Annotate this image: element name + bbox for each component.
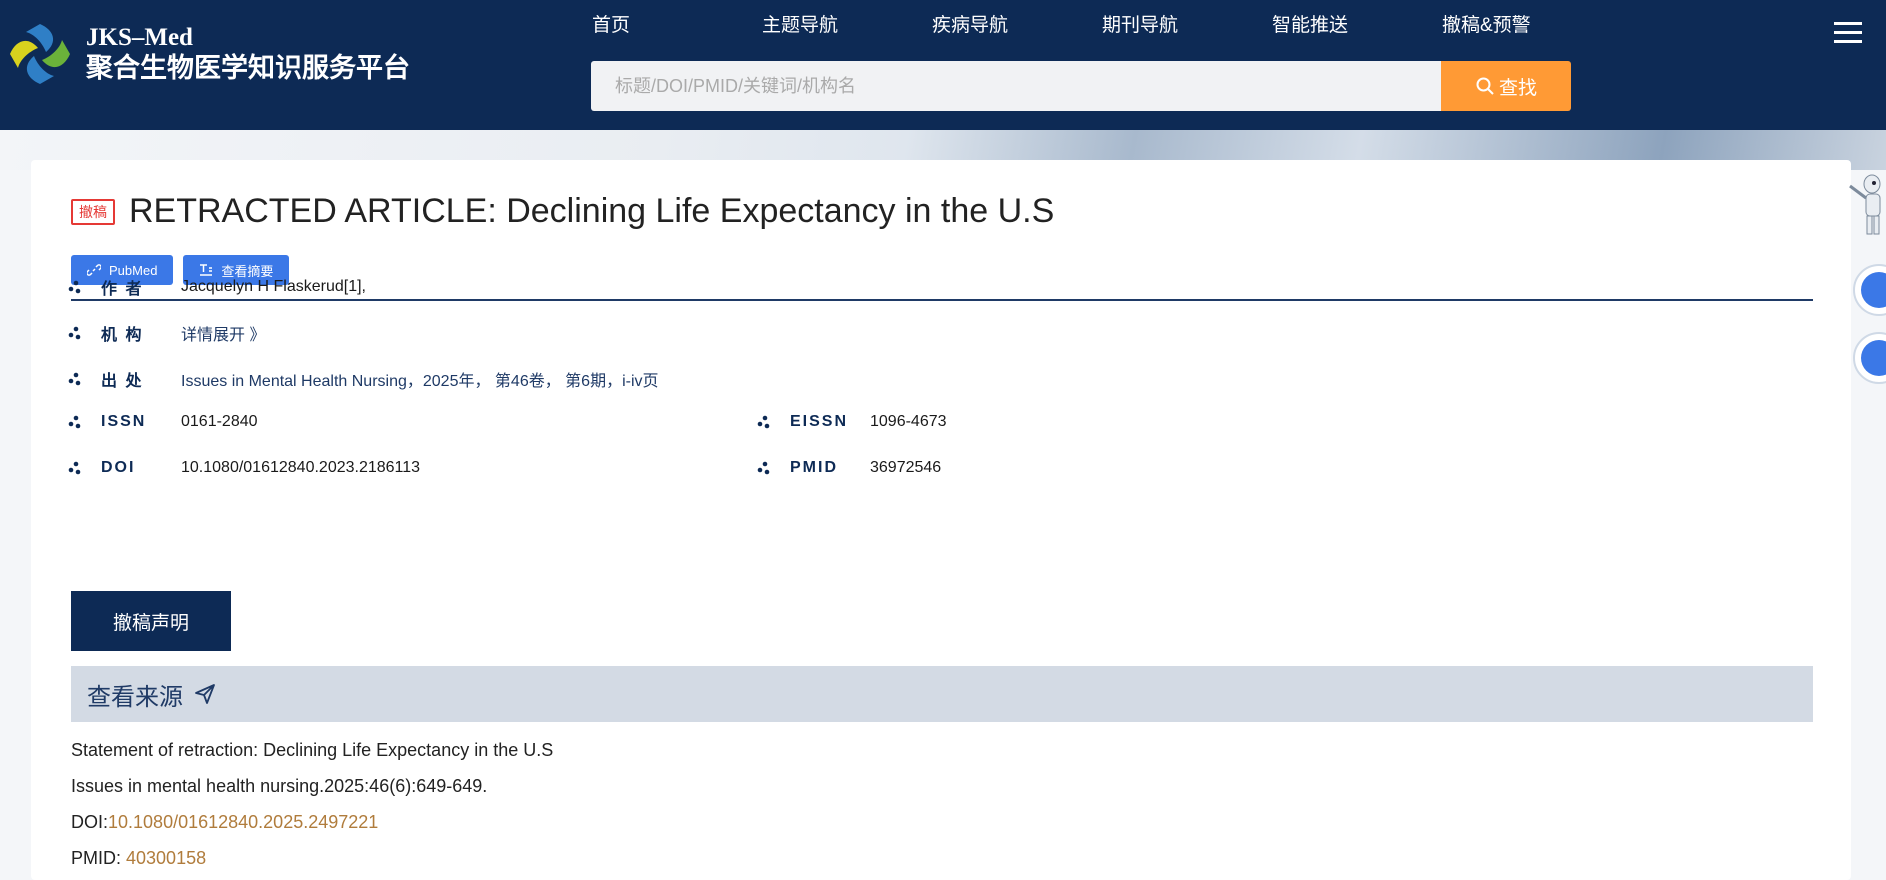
source-details: Statement of retraction: Declining Life … (71, 732, 553, 876)
issn-row: ISSN 0161-2840 (67, 413, 258, 431)
hamburger-menu-icon[interactable] (1834, 22, 1862, 44)
article-title: RETRACTED ARTICLE: Declining Life Expect… (129, 192, 1055, 230)
institution-label: 机 构 (101, 327, 144, 344)
issn-label: ISSN (101, 413, 147, 430)
bullet-dots-icon (757, 415, 770, 429)
eissn-value: 1096-4673 (870, 413, 947, 430)
main-nav: 首页 主题导航 疾病导航 期刊导航 智能推送 撤稿&预警 (592, 10, 1612, 37)
site-logo[interactable]: JKS–Med 聚合生物医学知识服务平台 (6, 20, 410, 88)
search-button[interactable]: 查找 (1441, 61, 1571, 111)
retraction-doi-link[interactable]: 10.1080/01612840.2025.2497221 (108, 812, 378, 832)
nav-retractions[interactable]: 撤稿&预警 (1442, 10, 1612, 37)
nav-home[interactable]: 首页 (592, 10, 762, 37)
bullet-dots-icon (68, 372, 81, 386)
robot-assistant-icon[interactable] (1840, 170, 1886, 240)
search-input[interactable]: 标题/DOI/PMID/关键词/机构名 (591, 61, 1441, 111)
bullet-dots-icon (68, 326, 81, 340)
doi-value[interactable]: 10.1080/01612840.2023.2186113 (181, 459, 420, 477)
eissn-label: EISSN (790, 413, 849, 430)
top-header: JKS–Med 聚合生物医学知识服务平台 首页 主题导航 疾病导航 期刊导航 智… (0, 0, 1886, 130)
bullet-dots-icon (68, 461, 81, 475)
pmid-row: PMID 36972546 (756, 459, 941, 477)
retraction-pmid-line: PMID: 40300158 (71, 840, 553, 876)
source-row: 出 处 Issues in Mental Health Nursing，2025… (67, 367, 659, 391)
chat-feedback-icon[interactable] (1853, 332, 1886, 384)
logo-title: JKS–Med (86, 24, 193, 52)
retraction-doi-line: DOI:10.1080/01612840.2025.2497221 (71, 804, 553, 840)
doi-row: DOI 10.1080/01612840.2023.2186113 (67, 459, 420, 477)
bullet-dots-icon (68, 280, 81, 294)
logo-icon (10, 24, 70, 84)
retraction-statement: Statement of retraction: Declining Life … (71, 740, 554, 760)
institution-row: 机 构 详情展开 》 (67, 321, 265, 345)
source-value[interactable]: Issues in Mental Health Nursing，2025年， 第… (181, 367, 659, 391)
qr-code-icon[interactable] (1853, 264, 1886, 316)
author-row: 作 者 Jacquelyn H Flaskerud[1], (67, 275, 366, 299)
logo-subtitle: 聚合生物医学知识服务平台 (86, 52, 410, 83)
doi-prefix: DOI: (71, 812, 109, 832)
author-value[interactable]: Jacquelyn H Flaskerud[1], (181, 278, 366, 296)
article-card: 撤稿 RETRACTED ARTICLE: Declining Life Exp… (31, 160, 1851, 880)
pmid-label: PMID (790, 459, 838, 476)
nav-topics[interactable]: 主题导航 (762, 10, 932, 37)
nav-smart-push[interactable]: 智能推送 (1272, 10, 1442, 37)
bullet-dots-icon (757, 461, 770, 475)
retraction-pmid-link[interactable]: 40300158 (126, 848, 206, 868)
pmid-value[interactable]: 36972546 (870, 459, 941, 477)
search-bar: 标题/DOI/PMID/关键词/机构名 查找 (591, 61, 1571, 111)
issn-value: 0161-2840 (181, 413, 258, 430)
author-label: 作 者 (101, 281, 144, 298)
eissn-row: EISSN 1096-4673 (756, 413, 947, 431)
search-button-label: 查找 (1498, 77, 1537, 99)
view-source-title: 查看来源 (87, 683, 183, 711)
nav-journals[interactable]: 期刊导航 (1102, 10, 1272, 37)
send-icon (195, 684, 215, 704)
retraction-citation: Issues in mental health nursing.2025:46(… (71, 776, 488, 796)
doi-label: DOI (101, 459, 136, 476)
pmid-prefix: PMID: (71, 848, 127, 868)
nav-diseases[interactable]: 疾病导航 (932, 10, 1102, 37)
view-source-header: 查看来源 (71, 666, 1813, 722)
retraction-badge: 撤稿 (71, 198, 115, 225)
title-divider (71, 299, 1813, 301)
source-label: 出 处 (101, 373, 144, 390)
search-icon (1476, 77, 1494, 95)
title-row: 撤稿 RETRACTED ARTICLE: Declining Life Exp… (71, 192, 1054, 231)
retraction-notice-button[interactable]: 撤稿声明 (71, 591, 231, 651)
bullet-dots-icon (68, 415, 81, 429)
institution-expand-link[interactable]: 详情展开 》 (181, 321, 265, 345)
